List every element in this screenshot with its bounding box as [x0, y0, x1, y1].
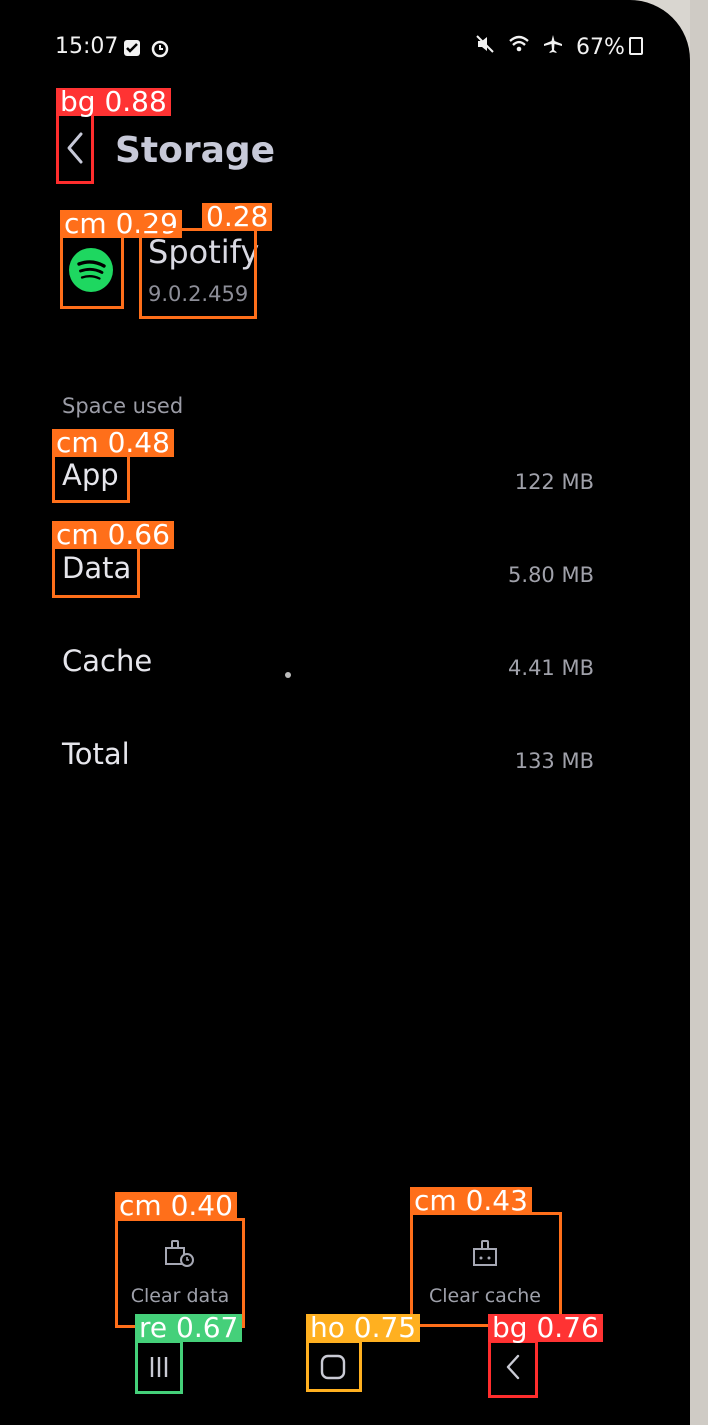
row-value: 133 MB: [514, 749, 594, 773]
checkbox-icon: [122, 38, 142, 62]
section-header-space-used: Space used: [62, 394, 184, 418]
detection-label: bg 0.76: [488, 1314, 603, 1342]
home-button[interactable]: [310, 1342, 356, 1392]
storage-row-app: App 122 MB: [0, 455, 690, 525]
detection-label: cm 0.40: [115, 1192, 237, 1220]
alarm-icon: [150, 38, 170, 62]
storage-row-total: Total 133 MB: [0, 734, 690, 804]
detection-label: cm 0.43: [410, 1187, 532, 1215]
clear-cache-icon: [473, 1240, 497, 1266]
detection-label: ho 0.75: [306, 1314, 421, 1342]
app-version: 9.0.2.459: [148, 282, 249, 306]
row-value: 4.41 MB: [508, 656, 594, 680]
detection-label: cm 0.48: [52, 429, 174, 457]
wifi-icon: [508, 34, 530, 60]
detection-label: 0.28: [202, 203, 273, 231]
storage-row-data: Data 5.80 MB: [0, 548, 690, 618]
battery-percent: 67%: [576, 35, 625, 60]
page-title: Storage: [115, 130, 276, 171]
back-icon: [506, 1354, 520, 1380]
row-value: 5.80 MB: [508, 563, 594, 587]
row-label: Data: [62, 551, 132, 585]
back-chevron-icon: [67, 132, 83, 164]
airplane-icon: [543, 34, 563, 60]
back-button[interactable]: [56, 112, 94, 184]
clear-cache-label: Clear cache: [429, 1285, 541, 1307]
recents-button[interactable]: [136, 1342, 182, 1392]
clear-data-label: Clear data: [130, 1285, 230, 1307]
battery-icon: [628, 37, 643, 55]
detection-label: bg 0.88: [56, 88, 171, 116]
detection-label: re 0.67: [135, 1314, 243, 1342]
storage-row-cache: Cache 4.41 MB: [0, 641, 690, 711]
nav-back-button[interactable]: [490, 1342, 536, 1392]
status-icons: 67%: [475, 34, 643, 60]
screen-speck: [285, 672, 291, 678]
detection-label: cm 0.66: [52, 521, 174, 549]
recents-icon: [150, 1357, 168, 1377]
detection-label: cm 0.29: [60, 210, 182, 238]
spotify-logo-icon: [62, 236, 120, 304]
row-label: Total: [62, 737, 130, 771]
status-time: 15:07: [55, 34, 119, 59]
device-edge: [690, 0, 708, 1425]
clear-data-icon: [165, 1240, 194, 1267]
row-label: Cache: [62, 644, 153, 678]
mute-icon: [475, 35, 502, 60]
row-label: App: [62, 458, 119, 492]
row-value: 122 MB: [514, 470, 594, 494]
home-icon: [320, 1354, 346, 1380]
